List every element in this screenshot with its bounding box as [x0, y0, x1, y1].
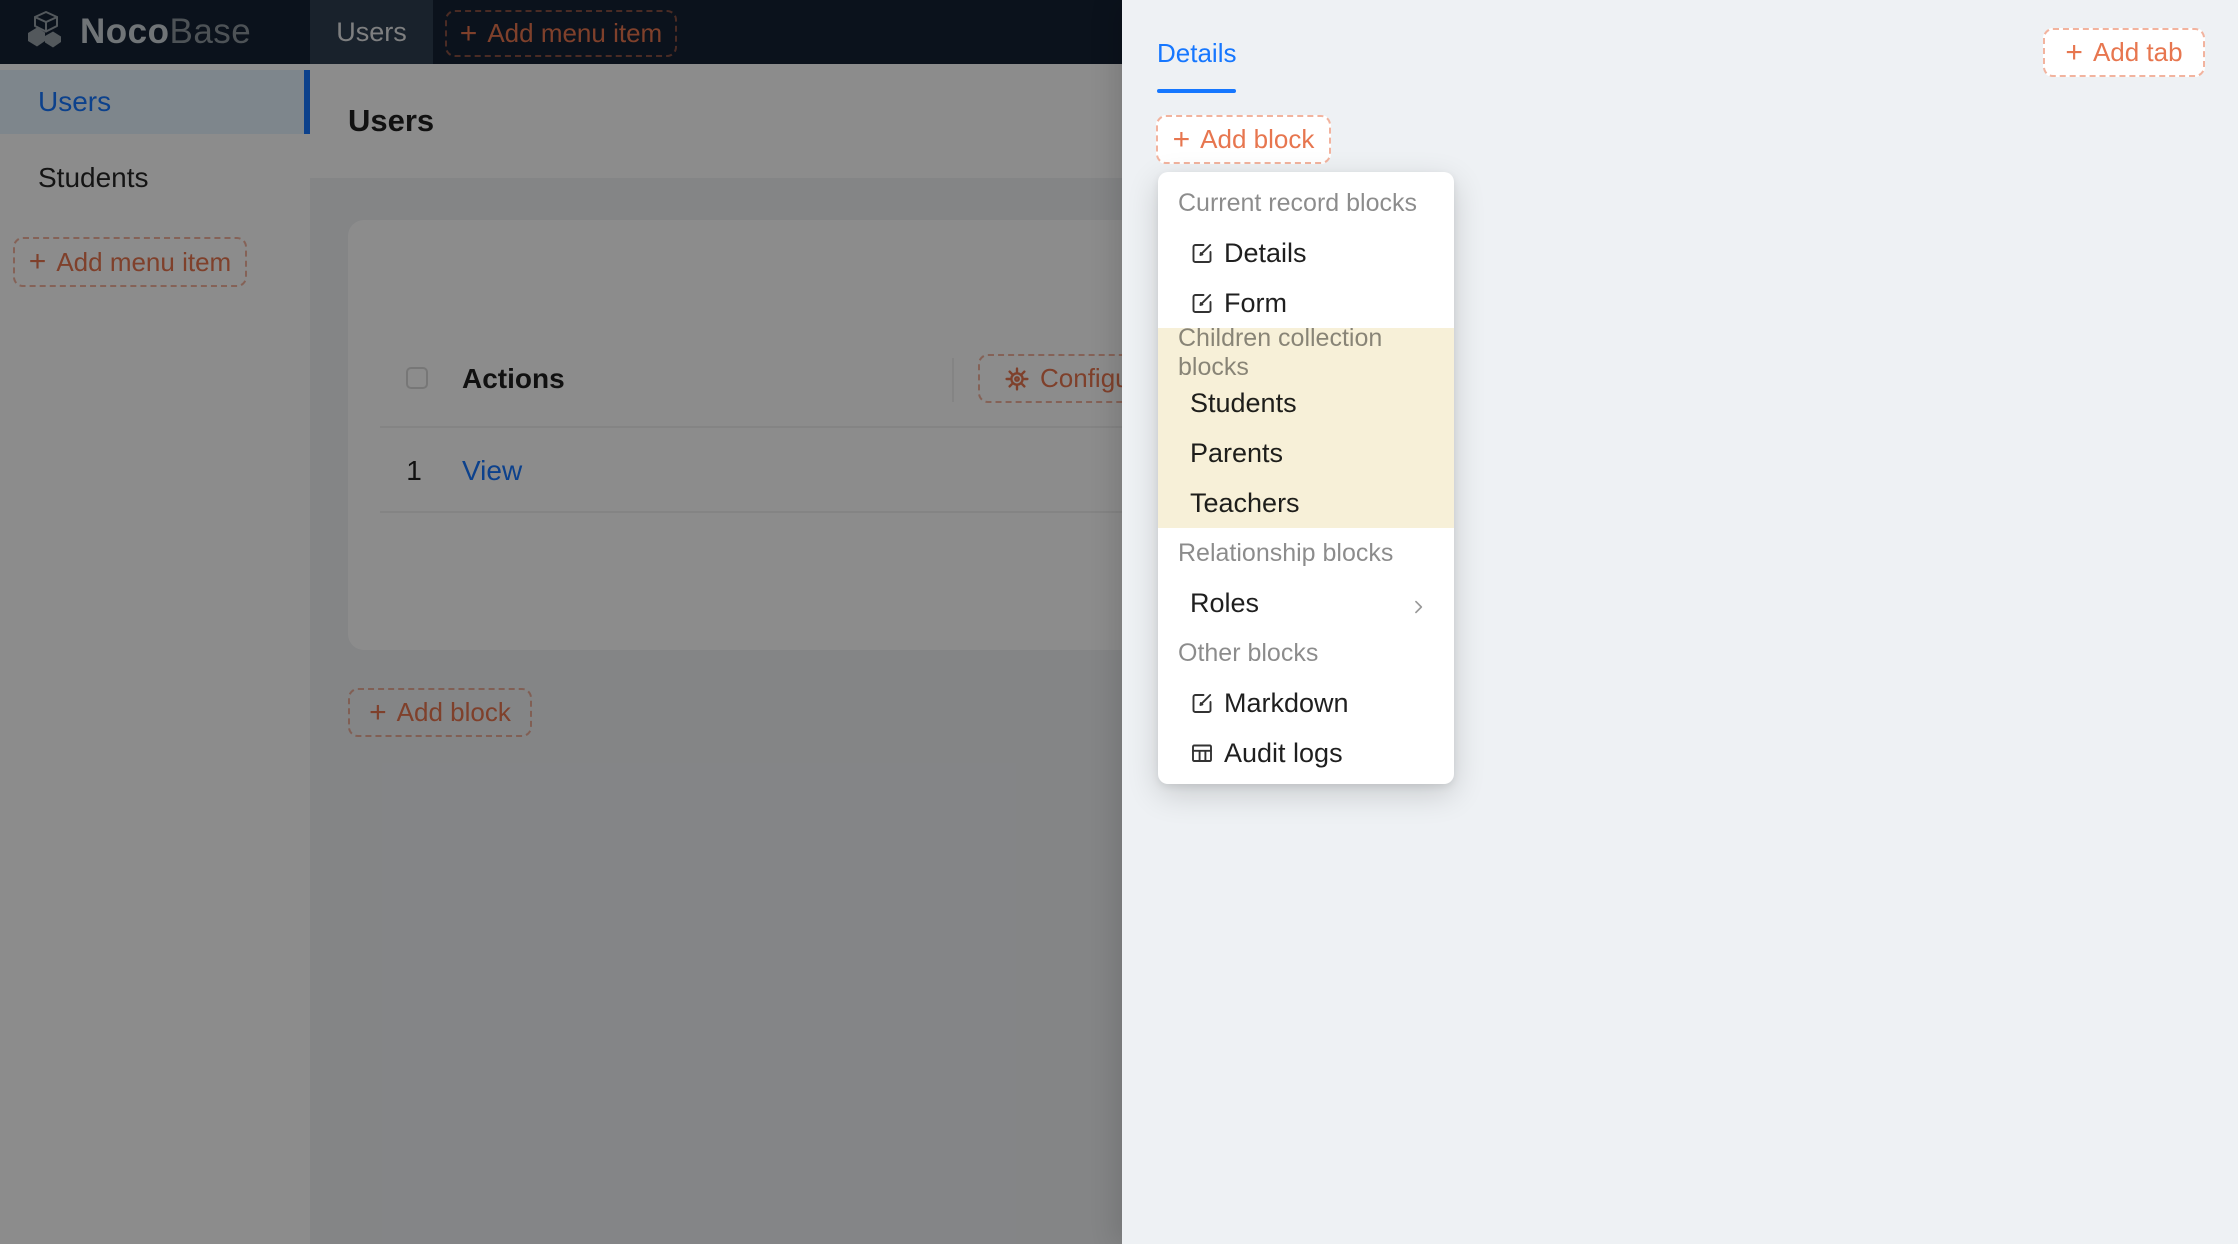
dropdown-item-label: Markdown: [1224, 688, 1349, 719]
dropdown-item-parents[interactable]: Parents: [1158, 428, 1454, 478]
record-drawer: Details + Add tab + Add block Current re…: [1122, 0, 2238, 1244]
form-icon: [1190, 291, 1214, 315]
chevron-right-icon: [1408, 593, 1428, 613]
dropdown-item-label: Students: [1190, 388, 1297, 419]
dropdown-item-form[interactable]: Form: [1158, 278, 1454, 328]
table-icon: [1190, 741, 1214, 765]
dropdown-group-children-collection: Children collection blocks Students Pare…: [1158, 328, 1454, 528]
drawer-tab-details[interactable]: Details: [1157, 38, 1236, 93]
add-tab-button[interactable]: + Add tab: [2043, 28, 2205, 77]
dropdown-item-label: Teachers: [1190, 488, 1300, 519]
drawer-add-block-button[interactable]: + Add block: [1156, 115, 1331, 164]
dropdown-item-students[interactable]: Students: [1158, 378, 1454, 428]
form-icon: [1190, 241, 1214, 265]
dropdown-item-label: Roles: [1190, 588, 1259, 619]
plus-icon: +: [1173, 125, 1191, 155]
dropdown-group-label: Relationship blocks: [1158, 528, 1454, 578]
drawer-add-block-label: Add block: [1200, 124, 1314, 155]
dropdown-item-roles[interactable]: Roles: [1158, 578, 1454, 628]
drawer-mask[interactable]: [0, 0, 1122, 1244]
form-icon: [1190, 691, 1214, 715]
dropdown-item-teachers[interactable]: Teachers: [1158, 478, 1454, 528]
dropdown-group-label: Children collection blocks: [1158, 328, 1454, 378]
dropdown-item-label: Audit logs: [1224, 738, 1343, 769]
add-block-dropdown: Current record blocks Details Form Child…: [1158, 172, 1454, 784]
dropdown-group-label: Current record blocks: [1158, 178, 1454, 228]
dropdown-group-label: Other blocks: [1158, 628, 1454, 678]
dropdown-item-label: Details: [1224, 238, 1307, 269]
dropdown-item-markdown[interactable]: Markdown: [1158, 678, 1454, 728]
dropdown-item-label: Form: [1224, 288, 1287, 319]
dropdown-item-label: Parents: [1190, 438, 1283, 469]
dropdown-item-audit-logs[interactable]: Audit logs: [1158, 728, 1454, 778]
dropdown-item-details[interactable]: Details: [1158, 228, 1454, 278]
add-tab-label: Add tab: [2093, 37, 2183, 68]
plus-icon: +: [2065, 38, 2083, 68]
